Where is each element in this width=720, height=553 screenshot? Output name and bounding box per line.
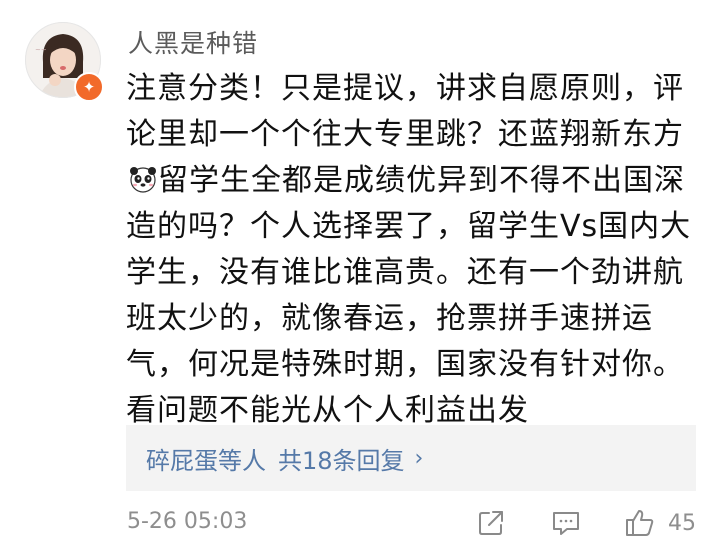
chevron-right-icon: › xyxy=(414,445,424,471)
thumbs-up-icon xyxy=(626,510,654,536)
panda-face-icon xyxy=(128,162,158,193)
comment-text: 注意分类！只是提议，讲求自愿原则，评论里却一个个往大专里跳？还蓝翔新东方 留学生… xyxy=(126,66,704,434)
comment-text-part2: 留学生全都是成绩优异到不得不出国深造的吗？个人选择罢了，留学生Vs国内大学生，没… xyxy=(126,163,692,428)
comment-item: ~~ ✦ 人黑是种错 注意分类！只是提议，讲求自愿原则，评论里却一个个往大专里跳… xyxy=(0,0,720,553)
timestamp: 5-26 05:03 xyxy=(127,509,248,534)
share-button[interactable] xyxy=(476,506,506,540)
username[interactable]: 人黑是种错 xyxy=(128,24,258,60)
reply-users-label: 碎屁蛋等人 xyxy=(146,446,266,475)
svg-text:~~: ~~ xyxy=(35,46,47,54)
reply-count-label: 共18条回复 xyxy=(278,446,405,475)
comment-bubble-icon xyxy=(553,512,579,535)
like-count: 45 xyxy=(668,510,696,536)
orange-star-badge-icon: ✦ xyxy=(74,72,104,102)
comment-button[interactable] xyxy=(550,506,582,540)
comment-text-part1: 注意分类！只是提议，讲求自愿原则，评论里却一个个往大专里跳？还蓝翔新东方 xyxy=(126,71,684,152)
share-square-arrow-icon xyxy=(479,511,503,535)
like-button[interactable]: 45 xyxy=(624,506,696,540)
replies-link[interactable]: 碎屁蛋等人 共18条回复 › xyxy=(126,425,696,491)
